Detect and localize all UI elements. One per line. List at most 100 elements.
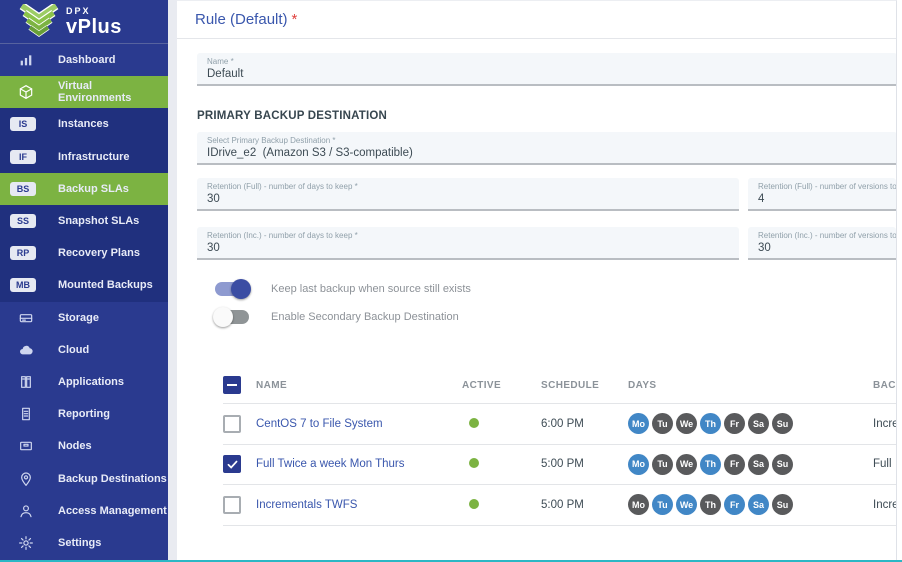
name-field[interactable]: Name * Default xyxy=(197,53,897,86)
day-pill-tu: Tu xyxy=(652,413,673,434)
schedule-time: 6:00 PM xyxy=(541,418,628,430)
day-pill-mo: Mo xyxy=(628,494,649,515)
day-pill-fr: Fr xyxy=(724,413,745,434)
sidebar-item-mounted-backups[interactable]: MBMounted Backups xyxy=(0,269,168,301)
page-title: Rule (Default)* xyxy=(177,1,896,28)
schedule-name-link[interactable]: Incrementals TWFS xyxy=(256,499,357,511)
sidebar-item-reporting[interactable]: Reporting xyxy=(0,398,168,430)
day-pill-su: Su xyxy=(772,413,793,434)
sidebar-item-label: Nodes xyxy=(58,440,92,452)
row-checkbox[interactable] xyxy=(223,415,241,433)
schedules-table-body: CentOS 7 to File System6:00 PMMoTuWeThFr… xyxy=(223,404,896,526)
sidebar-item-label: Applications xyxy=(58,376,124,388)
primary-backup-destination-select[interactable]: Select Primary Backup Destination * IDri… xyxy=(197,132,897,165)
rule-detail-panel: Rule (Default)* Name * Default PRIMARY B… xyxy=(177,0,897,560)
secondary-destination-toggle[interactable] xyxy=(215,310,249,324)
content-gap xyxy=(168,0,177,560)
sidebar-item-dashboard[interactable]: Dashboard xyxy=(0,44,168,76)
name-field-label: Name * xyxy=(207,57,897,66)
day-pill-fr: Fr xyxy=(724,454,745,475)
active-indicator xyxy=(469,499,479,509)
sidebar-item-recovery-plans[interactable]: RPRecovery Plans xyxy=(0,237,168,269)
sidebar-badge: IF xyxy=(10,150,36,164)
retention-full-versions-field[interactable]: Retention (Full) - number of versions to… xyxy=(748,178,896,211)
sidebar-item-label: Backup SLAs xyxy=(58,183,129,195)
sidebar-item-applications[interactable]: Applications xyxy=(0,366,168,398)
sidebar-badge: RP xyxy=(10,246,36,260)
day-pill-th: Th xyxy=(700,454,721,475)
sidebar-item-virtual-environments[interactable]: Virtual Environments xyxy=(0,76,168,108)
schedule-name-link[interactable]: Full Twice a week Mon Thurs xyxy=(256,458,405,470)
retention-inc-versions-field[interactable]: Retention (Inc.) - number of versions to… xyxy=(748,227,896,260)
backup-type: Incremental xyxy=(873,499,896,511)
sidebar-badge: SS xyxy=(10,214,36,228)
vplus-chevrons-icon xyxy=(18,4,60,40)
sidebar-item-infrastructure[interactable]: IF Infrastructure xyxy=(0,141,168,173)
brand-dpx: DPX xyxy=(66,7,122,16)
toggle-group: Keep last backup when source still exist… xyxy=(215,275,896,331)
sidebar-item-snapshot-slas[interactable]: SS Snapshot SLAs xyxy=(0,205,168,237)
column-header-active: ACTIVE xyxy=(462,380,541,391)
sidebar-item-access-management[interactable]: Access Management xyxy=(0,495,168,527)
backup-type: Incremental xyxy=(873,418,896,430)
day-pill-we: We xyxy=(676,494,697,515)
sidebar-item-storage[interactable]: Storage xyxy=(0,302,168,334)
sidebar: DPX vPlus Dashboard Virtual Environments I… xyxy=(0,0,168,560)
name-field-value: Default xyxy=(207,68,897,80)
location-pin-icon xyxy=(18,471,34,487)
person-icon xyxy=(18,503,34,519)
dashboard-icon xyxy=(18,52,34,68)
retention-inc-days-label: Retention (Inc.) - number of days to kee… xyxy=(207,231,739,240)
sidebar-item-label: Reporting xyxy=(58,408,110,420)
row-checkbox[interactable] xyxy=(223,455,241,473)
table-row: CentOS 7 to File System6:00 PMMoTuWeThFr… xyxy=(223,404,896,445)
sidebar-item-label: Infrastructure xyxy=(58,151,130,163)
sidebar-item-label: Instances xyxy=(58,118,109,130)
sidebar-item-backup-slas[interactable]: BS Backup SLAs xyxy=(0,173,168,205)
sidebar-item-label: Cloud xyxy=(58,344,89,356)
day-pill-tu: Tu xyxy=(652,454,673,475)
destination-value: IDrive_e2 (Amazon S3 / S3-compatible) xyxy=(207,147,897,159)
sidebar-item-label: Virtual Environments xyxy=(58,80,168,104)
brand-text: DPX vPlus xyxy=(66,7,122,37)
toggle-knob xyxy=(231,279,251,299)
schedules-table: NAME ACTIVE SCHEDULE DAYS BACKUP TYPE Ce… xyxy=(223,367,896,526)
retention-full-days-field[interactable]: Retention (Full) - number of days to kee… xyxy=(197,178,739,211)
retention-full-days-value: 30 xyxy=(207,193,739,205)
retention-inc-versions-value: 30 xyxy=(758,242,896,254)
retention-inc-versions-label: Retention (Inc.) - number of versions to… xyxy=(758,231,896,240)
sidebar-badge: BS xyxy=(10,182,36,196)
sidebar-item-instances[interactable]: ISInstances xyxy=(0,108,168,140)
nodes-icon xyxy=(18,438,34,454)
sidebar-item-cloud[interactable]: Cloud xyxy=(0,334,168,366)
gear-icon xyxy=(18,535,34,551)
sidebar-item-label: Snapshot SLAs xyxy=(58,215,139,227)
select-all-checkbox[interactable] xyxy=(223,376,241,394)
sidebar-item-label: Backup Destinations xyxy=(58,473,167,485)
primary-backup-destination-heading: PRIMARY BACKUP DESTINATION xyxy=(197,110,896,122)
active-indicator xyxy=(469,458,479,468)
schedules-table-header: NAME ACTIVE SCHEDULE DAYS BACKUP TYPE xyxy=(223,367,896,404)
day-pill-sa: Sa xyxy=(748,413,769,434)
sidebar-badge: MB xyxy=(10,278,36,292)
keep-last-backup-toggle[interactable] xyxy=(215,282,249,296)
sidebar-item-settings[interactable]: Settings xyxy=(0,527,168,559)
table-row: Full Twice a week Mon Thurs5:00 PMMoTuWe… xyxy=(223,445,896,486)
retention-full-versions-label: Retention (Full) - number of versions to… xyxy=(758,182,896,191)
secondary-destination-toggle-row: Enable Secondary Backup Destination xyxy=(215,303,896,331)
retention-inc-days-value: 30 xyxy=(207,242,739,254)
sidebar-item-label: Settings xyxy=(58,537,101,549)
title-divider xyxy=(177,38,896,39)
day-pill-mo: Mo xyxy=(628,454,649,475)
secondary-destination-label: Enable Secondary Backup Destination xyxy=(271,311,459,323)
retention-inc-days-field[interactable]: Retention (Inc.) - number of days to kee… xyxy=(197,227,739,260)
keep-last-backup-toggle-row: Keep last backup when source still exist… xyxy=(215,275,896,303)
sidebar-item-nodes[interactable]: Nodes xyxy=(0,430,168,462)
app-logo[interactable]: DPX vPlus xyxy=(0,0,168,44)
day-pill-mo: Mo xyxy=(628,413,649,434)
column-header-days: DAYS xyxy=(628,380,873,391)
row-checkbox[interactable] xyxy=(223,496,241,514)
reporting-icon xyxy=(18,406,34,422)
sidebar-item-backup-destinations[interactable]: Backup Destinations xyxy=(0,462,168,494)
schedule-name-link[interactable]: CentOS 7 to File System xyxy=(256,418,383,430)
